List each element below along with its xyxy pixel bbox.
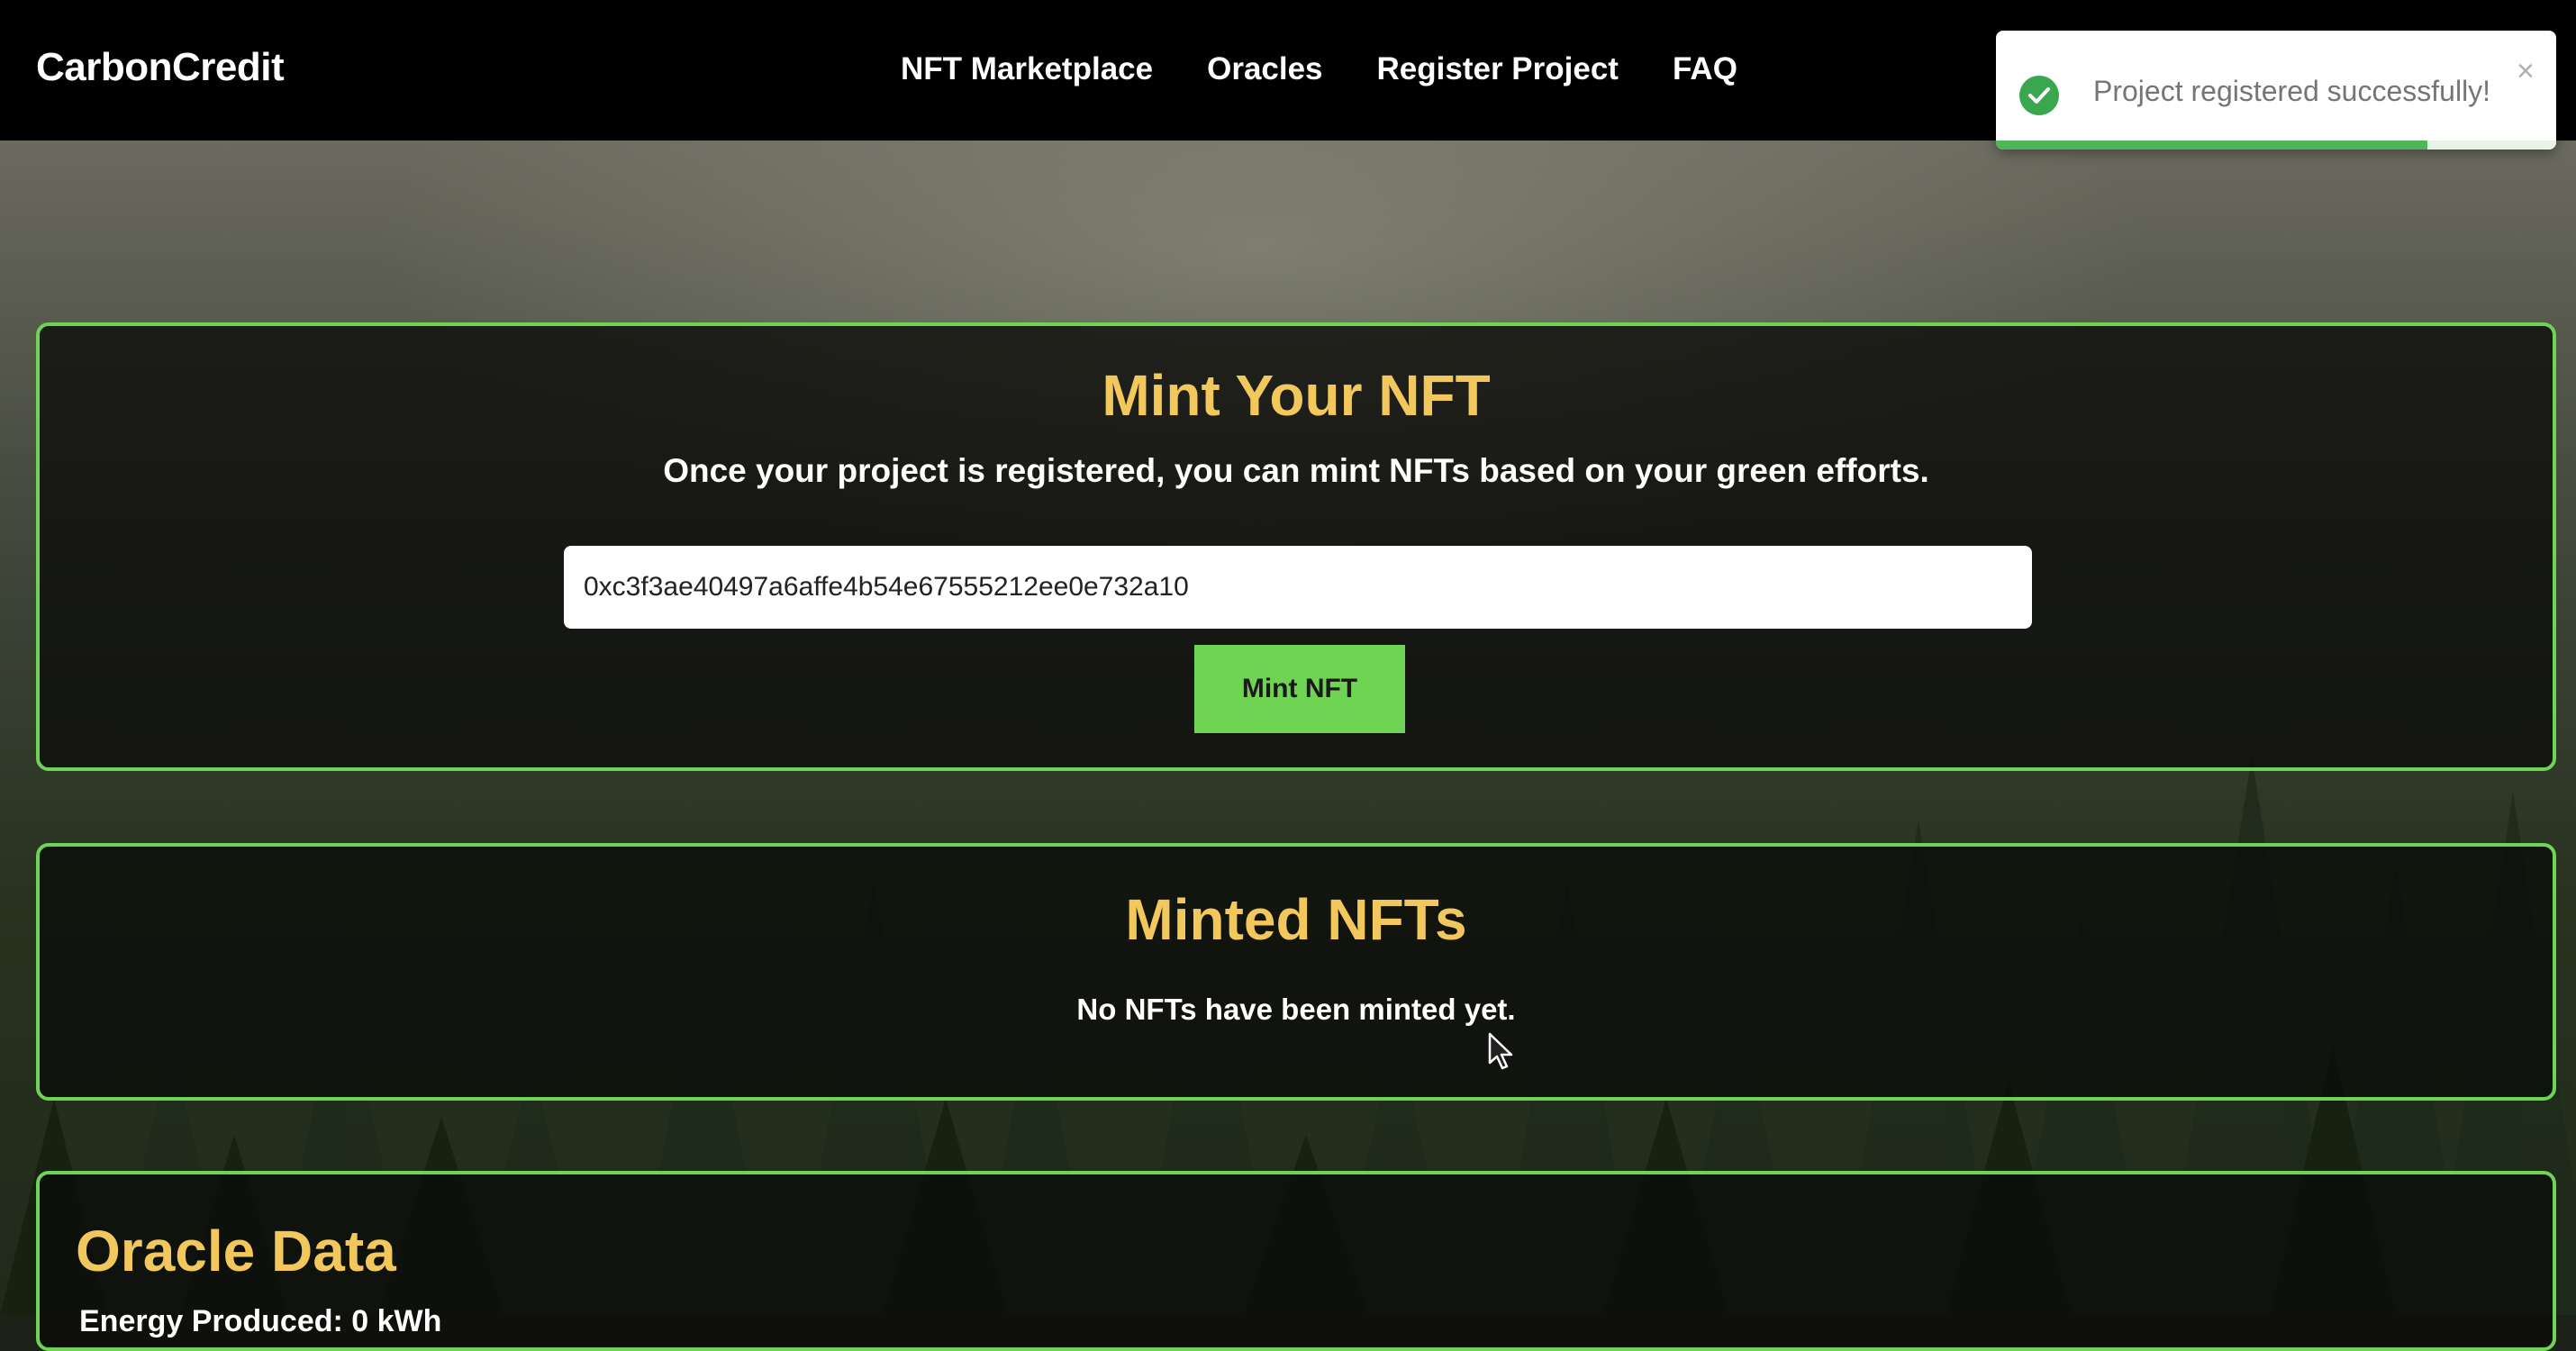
minted-title: Minted NFTs xyxy=(1125,887,1467,952)
mint-subtitle: Once your project is registered, you can… xyxy=(663,452,1929,489)
success-toast: Project registered successfully! × xyxy=(1996,31,2556,150)
nav-link-register-project[interactable]: Register Project xyxy=(1377,51,1619,87)
minted-nfts-card: Minted NFTs No NFTs have been minted yet… xyxy=(36,843,2556,1101)
mint-nft-card: Mint Your NFT Once your project is regis… xyxy=(36,322,2556,771)
brand-logo[interactable]: CarbonCredit xyxy=(36,45,285,90)
mouse-cursor-icon xyxy=(1488,1032,1513,1070)
nav-link-oracles[interactable]: Oracles xyxy=(1207,51,1322,87)
nav-link-faq[interactable]: FAQ xyxy=(1673,51,1737,87)
oracle-title: Oracle Data xyxy=(76,1219,396,1283)
project-address-input[interactable] xyxy=(564,546,2032,629)
mint-nft-button[interactable]: Mint NFT xyxy=(1194,645,1405,733)
mint-title: Mint Your NFT xyxy=(1102,363,1491,428)
toast-message: Project registered successfully! xyxy=(2093,75,2491,107)
toast-progress-fill xyxy=(1996,141,2427,150)
empty-state-message: No NFTs have been minted yet. xyxy=(1076,993,1516,1026)
energy-produced-value: Energy Produced: 0 kWh xyxy=(79,1304,442,1338)
toast-progress-bar xyxy=(1996,141,2556,150)
oracle-data-card: Oracle Data Energy Produced: 0 kWh xyxy=(36,1171,2556,1351)
nav-links: NFT Marketplace Oracles Register Project… xyxy=(901,51,1791,87)
nav-link-nft-marketplace[interactable]: NFT Marketplace xyxy=(901,51,1153,87)
check-circle-icon xyxy=(2019,76,2059,115)
close-icon[interactable]: × xyxy=(2517,56,2535,86)
